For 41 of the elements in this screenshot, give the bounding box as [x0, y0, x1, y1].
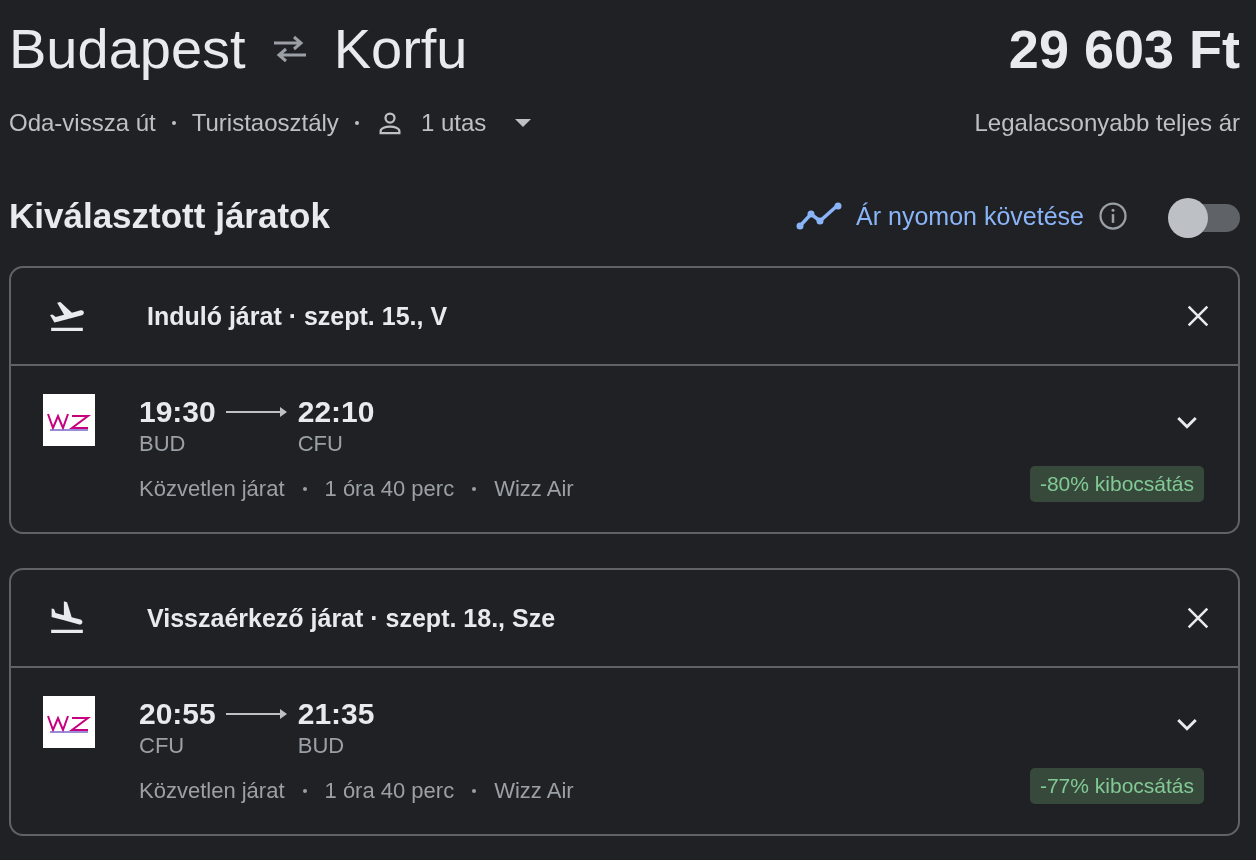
trend-line-icon	[796, 201, 843, 231]
flight-detail: Wizz Air	[494, 476, 574, 502]
cabin-class: Turistaosztály	[191, 109, 339, 137]
separator-dot	[171, 121, 176, 125]
passenger-dropdown[interactable]: 1 utas	[374, 108, 533, 138]
departure-time: 19:30	[139, 394, 216, 430]
flight-title: Visszaérkező járat · szept. 18., Sze	[147, 603, 557, 633]
departure-time: 20:55	[139, 696, 216, 732]
price-tracking-label: Ár nyomon követése	[856, 201, 1084, 231]
dropdown-caret-icon	[514, 118, 533, 128]
price-tracking-switch[interactable]	[1168, 196, 1240, 236]
destination-city: Korfu	[333, 16, 468, 82]
section-title: Kiválasztott járatok	[9, 196, 330, 236]
separator-dot	[302, 487, 307, 491]
total-price: 29 603 Ft	[1008, 18, 1240, 81]
trip-type: Oda-vissza út	[9, 109, 156, 137]
flight-title: Induló járat · szept. 15., V	[147, 301, 449, 331]
arrival-time: 22:10	[297, 394, 375, 430]
emissions-badge: -77% kibocsátás	[1029, 768, 1204, 804]
flight-detail: 1 óra 40 perc	[324, 476, 455, 502]
price-caption: Legalacsonyabb teljes ár	[974, 109, 1240, 137]
flight-detail: Wizz Air	[494, 778, 574, 804]
separator-dot	[472, 789, 477, 793]
arrow-right-icon	[225, 707, 288, 721]
airline-logo-icon	[43, 394, 95, 446]
separator-dot	[472, 487, 477, 491]
flight-detail: 1 óra 40 perc	[324, 778, 455, 804]
airline-logo-icon	[43, 696, 95, 748]
airport-code: BUD	[139, 430, 187, 458]
airport-code: CFU	[297, 430, 344, 458]
flight-detail: Közvetlen járat	[139, 778, 285, 804]
arrival-time: 21:35	[297, 696, 375, 732]
airport-code: BUD	[297, 732, 346, 760]
emissions-badge: -80% kibocsátás	[1029, 466, 1204, 502]
separator-dot	[302, 789, 307, 793]
airport-code: CFU	[139, 732, 186, 760]
arrow-right-icon	[225, 405, 288, 419]
flight-detail: Közvetlen járat	[139, 476, 285, 502]
info-icon	[1098, 201, 1128, 231]
separator-dot	[354, 121, 359, 125]
origin-city: Budapest	[9, 16, 246, 82]
